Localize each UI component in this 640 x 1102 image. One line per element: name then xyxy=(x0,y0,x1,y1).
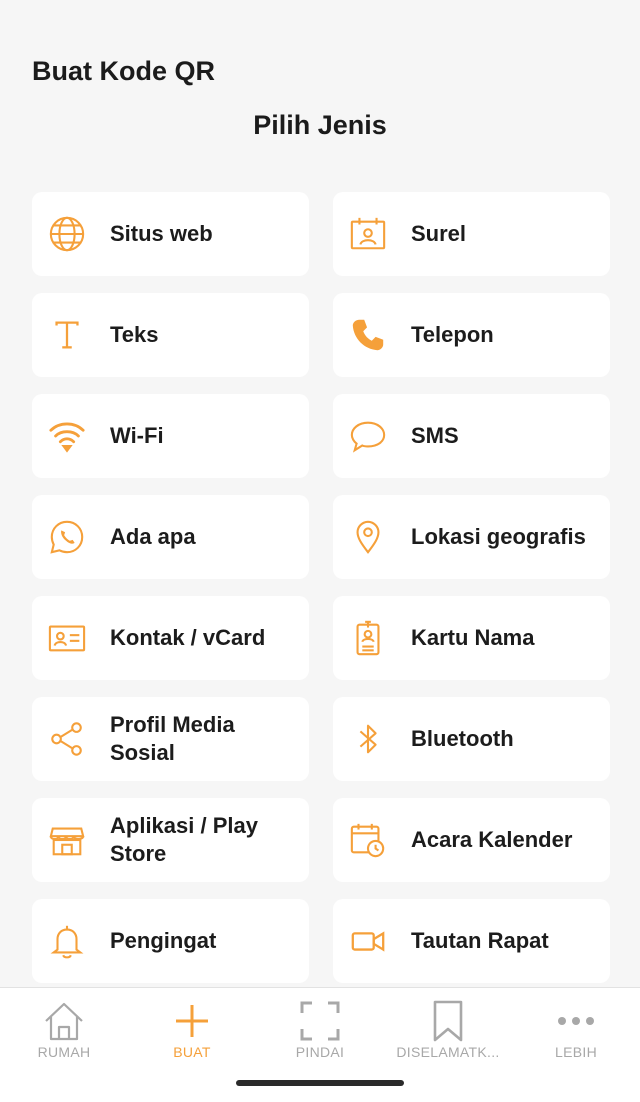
wifi-icon xyxy=(46,415,88,457)
calendar-clock-icon xyxy=(347,819,389,861)
type-card-website[interactable]: Situs web xyxy=(32,192,309,276)
location-pin-icon xyxy=(347,516,389,558)
type-label: Acara Kalender xyxy=(411,827,573,852)
type-label: Lokasi geografis xyxy=(411,524,586,549)
type-label: Tautan Rapat xyxy=(411,928,549,953)
bell-icon xyxy=(46,920,88,962)
phone-icon xyxy=(347,314,389,356)
type-card-calendar-event[interactable]: Acara Kalender xyxy=(333,798,610,882)
type-label: Bluetooth xyxy=(411,726,514,751)
nav-home[interactable]: RUMAH xyxy=(0,988,128,1068)
nav-label: LEBIH xyxy=(555,1044,597,1060)
contact-card-icon xyxy=(46,617,88,659)
text-icon xyxy=(46,314,88,356)
type-card-location[interactable]: Lokasi geografis xyxy=(333,495,610,579)
store-icon xyxy=(46,819,88,861)
qr-type-grid: Situs web Surel Teks Telepon Wi-Fi SMS A… xyxy=(32,192,610,983)
section-title: Pilih Jenis xyxy=(253,110,387,140)
plus-icon xyxy=(169,998,215,1044)
app-root: Buat Kode QR Pilih Jenis Situs web Surel… xyxy=(0,0,640,1102)
type-label: Situs web xyxy=(110,221,213,246)
type-label: Wi-Fi xyxy=(110,423,164,448)
type-card-app-store[interactable]: Aplikasi / Play Store xyxy=(32,798,309,882)
type-label: Kontak / vCard xyxy=(110,625,266,650)
type-label: SMS xyxy=(411,423,459,448)
type-label: Pengingat xyxy=(110,928,217,953)
email-card-icon xyxy=(347,213,389,255)
type-card-business-card[interactable]: Kartu Nama xyxy=(333,596,610,680)
type-card-bluetooth[interactable]: Bluetooth xyxy=(333,697,610,781)
more-dots-icon xyxy=(553,998,599,1044)
type-label: Telepon xyxy=(411,322,494,347)
nav-saved[interactable]: DISELAMATK... xyxy=(384,988,512,1068)
nav-more[interactable]: LEBIH xyxy=(512,988,640,1068)
type-card-reminder[interactable]: Pengingat xyxy=(32,899,309,983)
nav-label: RUMAH xyxy=(37,1044,91,1060)
type-card-contact[interactable]: Kontak / vCard xyxy=(32,596,309,680)
type-card-phone[interactable]: Telepon xyxy=(333,293,610,377)
video-icon xyxy=(347,920,389,962)
type-label: Profil Media Sosial xyxy=(110,712,235,765)
bookmark-icon xyxy=(425,998,471,1044)
type-label: Ada apa xyxy=(110,524,196,549)
chat-bubble-icon xyxy=(347,415,389,457)
type-card-social-profile[interactable]: Profil Media Sosial xyxy=(32,697,309,781)
nav-label: PINDAI xyxy=(295,1044,345,1060)
share-icon xyxy=(46,718,88,760)
page-title: Buat Kode QR xyxy=(32,56,216,86)
type-label: Kartu Nama xyxy=(411,625,535,650)
nav-label: DISELAMATK... xyxy=(396,1044,500,1060)
whatsapp-icon xyxy=(46,516,88,558)
id-badge-icon xyxy=(347,617,389,659)
type-card-meeting-link[interactable]: Tautan Rapat xyxy=(333,899,610,983)
type-card-text[interactable]: Teks xyxy=(32,293,309,377)
home-indicator[interactable] xyxy=(236,1080,404,1086)
type-card-sms[interactable]: SMS xyxy=(333,394,610,478)
type-card-wifi[interactable]: Wi-Fi xyxy=(32,394,309,478)
scan-icon xyxy=(297,998,343,1044)
type-label: Aplikasi / Play Store xyxy=(110,813,258,866)
globe-icon xyxy=(46,213,88,255)
bluetooth-icon xyxy=(347,718,389,760)
home-icon xyxy=(41,998,87,1044)
type-label: Surel xyxy=(411,221,467,246)
type-label: Teks xyxy=(110,322,159,347)
nav-scan[interactable]: PINDAI xyxy=(256,988,384,1068)
type-card-whatsapp[interactable]: Ada apa xyxy=(32,495,309,579)
nav-create[interactable]: BUAT xyxy=(128,988,256,1068)
type-card-email[interactable]: Surel xyxy=(333,192,610,276)
nav-label: BUAT xyxy=(173,1044,211,1060)
